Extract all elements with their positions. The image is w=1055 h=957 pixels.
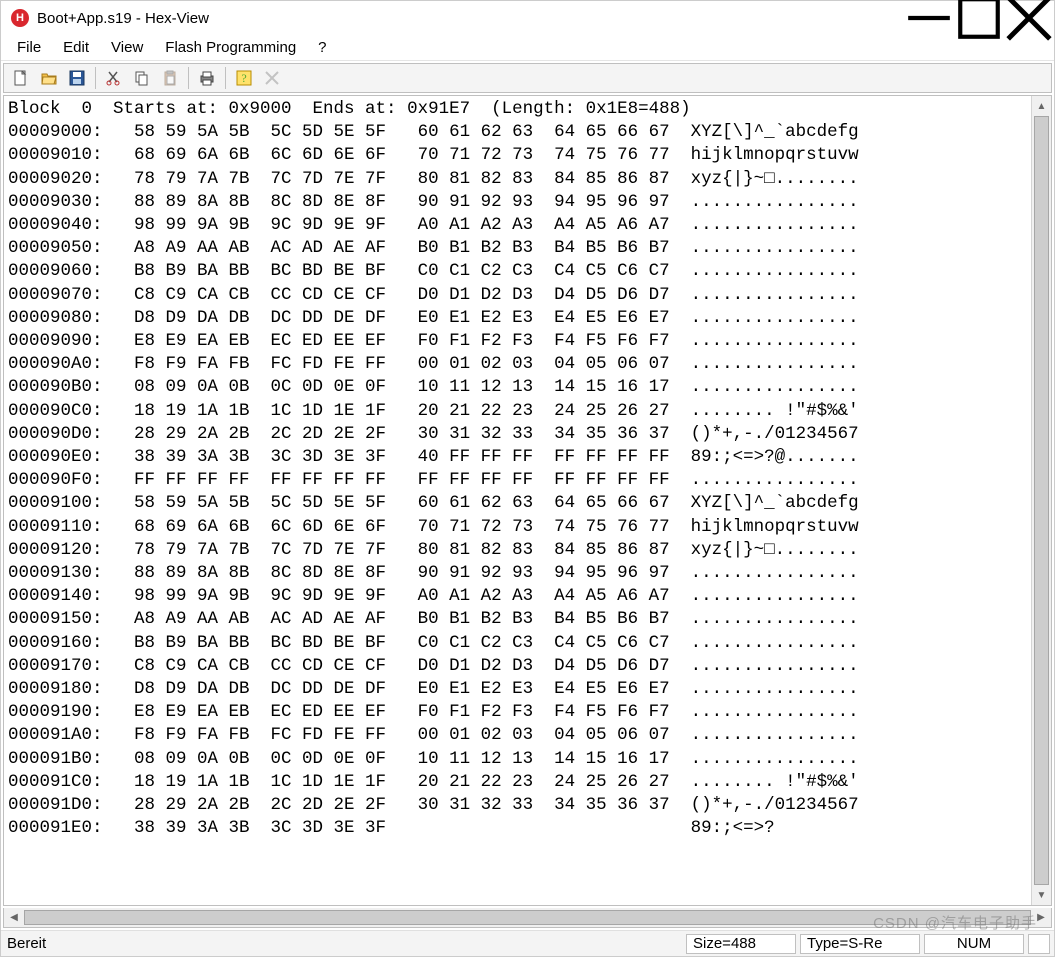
status-size: Size=488	[686, 934, 796, 954]
print-button[interactable]	[194, 66, 220, 90]
menu-edit[interactable]: Edit	[53, 37, 99, 58]
window-title: Boot+App.s19 - Hex-View	[37, 10, 209, 27]
scroll-right-icon[interactable]: ▶	[1031, 908, 1051, 927]
menu-file[interactable]: File	[7, 37, 51, 58]
scroll-thumb[interactable]	[1034, 116, 1049, 885]
help-button[interactable]: ?	[231, 66, 257, 90]
horizontal-scrollbar[interactable]: ◀ ▶	[3, 908, 1052, 928]
menu-help[interactable]: ?	[308, 37, 336, 58]
minimize-button[interactable]	[904, 1, 954, 35]
scroll-left-icon[interactable]: ◀	[4, 908, 24, 927]
scroll-thumb[interactable]	[24, 910, 1031, 925]
toolbar-separator	[95, 67, 96, 89]
toolbar-separator	[225, 67, 226, 89]
open-button[interactable]	[36, 66, 62, 90]
hex-content[interactable]: Block 0 Starts at: 0x9000 Ends at: 0x91E…	[4, 96, 1031, 905]
status-empty	[1028, 934, 1050, 954]
scroll-up-icon[interactable]: ▲	[1032, 96, 1051, 116]
copy-button[interactable]	[129, 66, 155, 90]
vertical-scrollbar[interactable]: ▲ ▼	[1031, 96, 1051, 905]
close-button[interactable]	[1004, 1, 1054, 35]
delete-button[interactable]	[259, 66, 285, 90]
menubar: File Edit View Flash Programming ?	[1, 35, 1054, 61]
titlebar: H Boot+App.s19 - Hex-View	[1, 1, 1054, 35]
menu-view[interactable]: View	[101, 37, 153, 58]
hex-view-panel: Block 0 Starts at: 0x9000 Ends at: 0x91E…	[3, 95, 1052, 906]
statusbar: Bereit Size=488 Type=S-Re NUM	[1, 930, 1054, 956]
scroll-down-icon[interactable]: ▼	[1032, 885, 1051, 905]
status-ready: Bereit	[5, 935, 46, 952]
save-button[interactable]	[64, 66, 90, 90]
maximize-button[interactable]	[954, 1, 1004, 35]
menu-flash[interactable]: Flash Programming	[155, 37, 306, 58]
cut-button[interactable]	[101, 66, 127, 90]
toolbar-separator	[188, 67, 189, 89]
new-file-button[interactable]	[8, 66, 34, 90]
status-num: NUM	[924, 934, 1024, 954]
app-icon: H	[11, 9, 29, 27]
svg-text:?: ?	[241, 71, 246, 85]
paste-button[interactable]	[157, 66, 183, 90]
status-type: Type=S-Re	[800, 934, 920, 954]
toolbar: ?	[3, 63, 1052, 93]
